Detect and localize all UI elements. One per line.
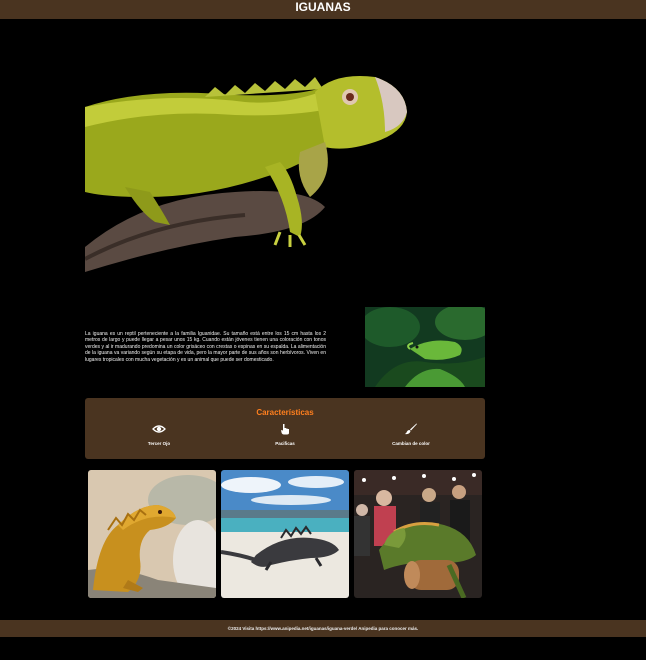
paintbrush-icon <box>405 423 417 435</box>
page-header: IGUANAS <box>0 0 646 19</box>
feature-label: Tercer Ojo <box>147 441 171 446</box>
feature-cambian-color: Cambian de color <box>356 423 466 446</box>
gallery-image-beach-iguana <box>221 470 349 598</box>
page-footer: ©2024 Visita https://www.anipedia.net/ig… <box>0 620 646 637</box>
hero-iguana-image <box>85 47 410 272</box>
footer-text: ©2024 Visita https://www.anipedia.net/ig… <box>227 626 419 631</box>
intro-paragraph: La iguana es un reptil perteneciente a l… <box>85 331 326 363</box>
feature-tercer-ojo: Tercer Ojo <box>104 423 214 446</box>
features-title: Características <box>256 408 314 417</box>
feature-pacificas: Pacificas <box>230 423 340 446</box>
features-panel: Características Tercer Ojo Pacificas Cam… <box>85 398 485 459</box>
juvenile-iguana-image <box>365 307 485 387</box>
hand-pointer-icon <box>281 424 289 435</box>
gallery-image-crowd-iguana <box>354 470 482 598</box>
eye-icon <box>152 425 166 433</box>
feature-label: Pacificas <box>275 441 295 446</box>
gallery-image-yellow-iguana <box>88 470 216 598</box>
page-title: IGUANAS <box>295 0 351 14</box>
feature-label: Cambian de color <box>392 441 430 446</box>
